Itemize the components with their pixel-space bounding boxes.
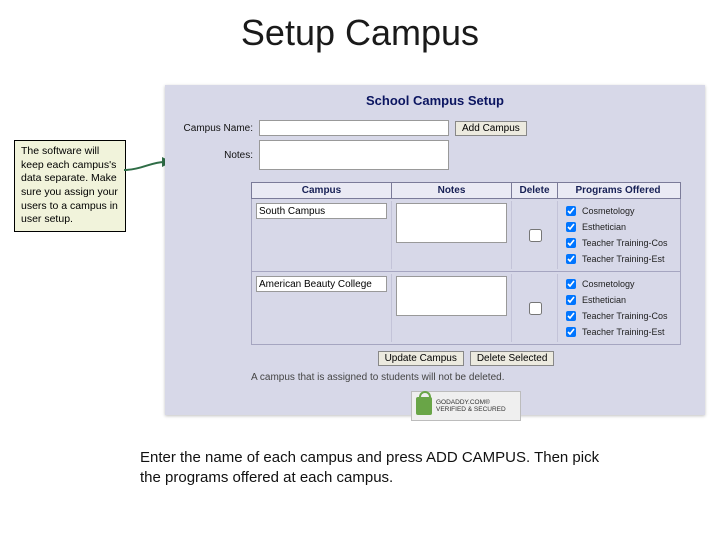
security-seal-wrap: GODADDY.COM® VERIFIED & SECURED <box>251 391 681 421</box>
seal-line2: VERIFIED & SECURED <box>436 406 506 413</box>
page-title: Setup Campus <box>0 12 720 54</box>
lock-icon <box>416 397 432 415</box>
th-delete: Delete <box>512 183 558 198</box>
program-label: Teacher Training-Cos <box>582 237 668 249</box>
delete-checkbox[interactable] <box>529 302 542 315</box>
th-campus: Campus <box>252 183 392 198</box>
program-checkbox[interactable] <box>566 295 576 305</box>
delete-selected-button[interactable]: Delete Selected <box>470 351 555 366</box>
program-checkbox[interactable] <box>566 238 576 248</box>
campus-name-row: Campus Name: Add Campus <box>165 120 705 140</box>
notes-textarea[interactable] <box>259 140 449 170</box>
button-bar: Update Campus Delete Selected <box>251 351 681 366</box>
delete-disclaimer: A campus that is assigned to students wi… <box>251 372 681 383</box>
delete-checkbox[interactable] <box>529 229 542 242</box>
campus-setup-panel: School Campus Setup Campus Name: Add Cam… <box>165 85 705 415</box>
security-seal: GODADDY.COM® VERIFIED & SECURED <box>411 391 521 421</box>
table-row: Cosmetology Esthetician Teacher Training… <box>251 272 681 345</box>
th-programs: Programs Offered <box>558 183 678 198</box>
program-label: Teacher Training-Cos <box>582 310 668 322</box>
table-row: Cosmetology Esthetician Teacher Training… <box>251 199 681 272</box>
notes-row: Notes: <box>165 140 705 174</box>
campus-table: Campus Notes Delete Programs Offered Cos… <box>251 182 681 345</box>
program-label: Esthetician <box>582 294 626 306</box>
notes-label: Notes: <box>173 150 253 161</box>
notes-cell-textarea[interactable] <box>396 276 507 316</box>
add-campus-button[interactable]: Add Campus <box>455 121 527 136</box>
seal-text: GODADDY.COM® VERIFIED & SECURED <box>436 399 506 413</box>
campus-cell-input[interactable] <box>256 276 387 292</box>
program-label: Teacher Training-Est <box>582 253 665 265</box>
program-checkbox[interactable] <box>566 311 576 321</box>
program-checkbox[interactable] <box>566 222 576 232</box>
campus-name-input[interactable] <box>259 120 449 136</box>
campus-name-label: Campus Name: <box>173 123 253 134</box>
program-label: Cosmetology <box>582 205 635 217</box>
program-checkbox[interactable] <box>566 254 576 264</box>
program-label: Teacher Training-Est <box>582 326 665 338</box>
instructions: Enter the name of each campus and press … <box>140 448 610 489</box>
notes-cell-textarea[interactable] <box>396 203 507 243</box>
program-checkbox[interactable] <box>566 327 576 337</box>
update-campus-button[interactable]: Update Campus <box>378 351 464 366</box>
seal-line1: GODADDY.COM® <box>436 399 506 406</box>
panel-heading: School Campus Setup <box>165 85 705 120</box>
program-label: Cosmetology <box>582 278 635 290</box>
program-checkbox[interactable] <box>566 206 576 216</box>
campus-cell-input[interactable] <box>256 203 387 219</box>
th-notes: Notes <box>392 183 512 198</box>
program-checkbox[interactable] <box>566 279 576 289</box>
program-label: Esthetician <box>582 221 626 233</box>
table-header: Campus Notes Delete Programs Offered <box>251 182 681 199</box>
callout-box: The software will keep each campus's dat… <box>14 140 126 232</box>
